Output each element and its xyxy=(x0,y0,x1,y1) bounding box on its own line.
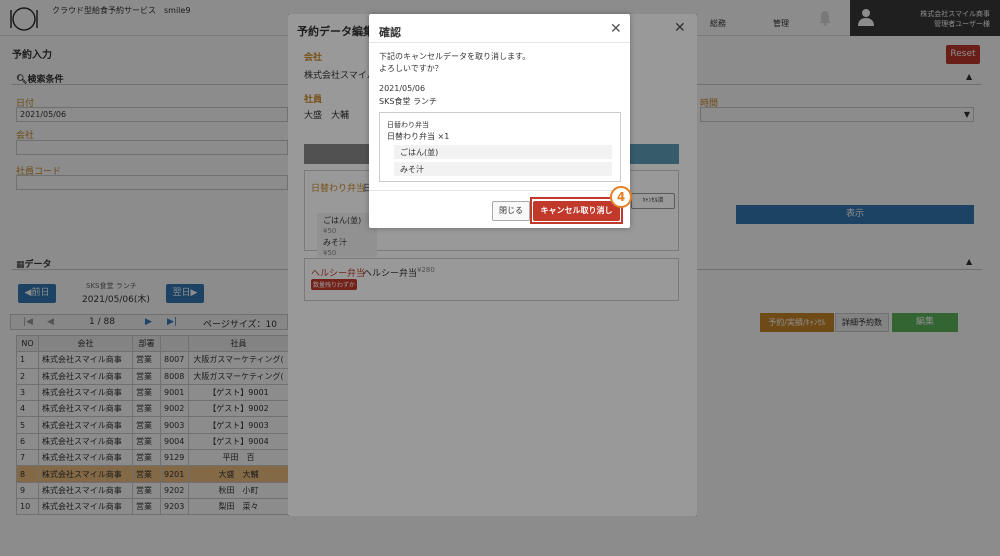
close-button[interactable]: 閉じる xyxy=(492,201,530,221)
confirm-menu: SKS食堂 ランチ xyxy=(379,97,437,106)
confirm-dialog: 確認 ✕ 下記のキャンセルデータを取り消します。 よろしいですか？ 2021/0… xyxy=(369,14,632,228)
divider xyxy=(369,42,630,43)
close-icon[interactable]: ✕ xyxy=(610,21,622,37)
divider xyxy=(369,190,630,191)
item-line: 日替わり弁当 ×1 xyxy=(387,132,450,141)
sub-item: ごはん(並) xyxy=(394,145,612,159)
cancel-item-box: 日替わり弁当 日替わり弁当 ×1 ごはん(並) みそ汁 xyxy=(379,112,621,182)
confirm-question: よろしいですか？ xyxy=(379,64,443,73)
item-category: 日替わり弁当 xyxy=(387,121,429,129)
step-number-badge: 4 xyxy=(610,186,632,208)
confirm-title: 確認 xyxy=(379,26,401,39)
confirm-date: 2021/05/06 xyxy=(379,84,426,93)
confirm-message: 下記のキャンセルデータを取り消します。 xyxy=(379,52,531,61)
cancel-undo-button[interactable]: キャンセル取り消し xyxy=(533,201,620,221)
sub-item: みそ汁 xyxy=(394,162,612,176)
